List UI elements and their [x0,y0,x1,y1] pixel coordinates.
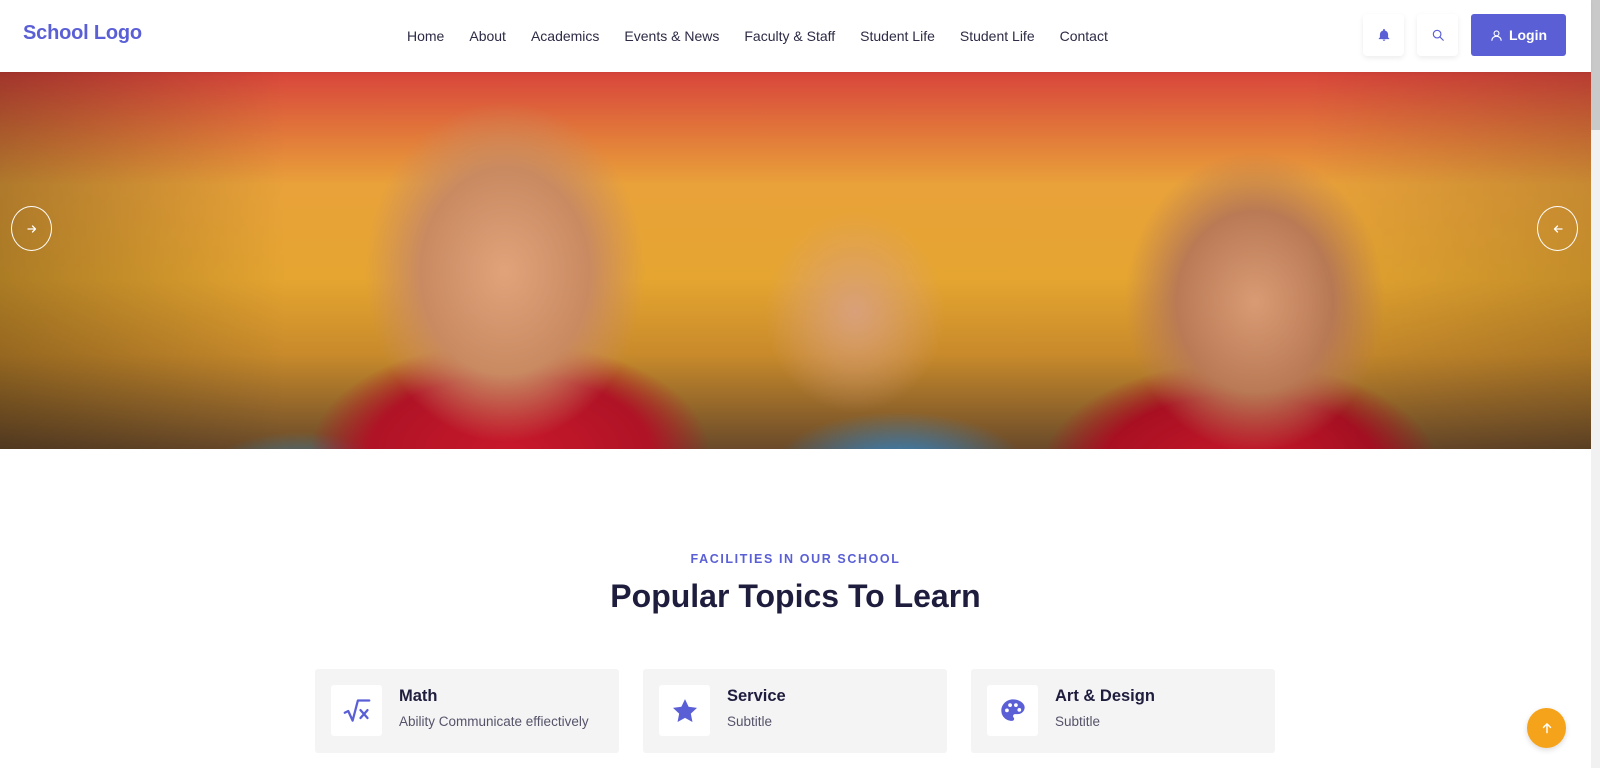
scroll-to-top-button[interactable] [1527,708,1566,748]
topic-card-math[interactable]: Math Ability Communicate effiectively [315,669,619,753]
section-eyebrow: FACILITIES IN OUR SCHOOL [690,552,901,566]
card-subtitle: Subtitle [1055,714,1101,729]
card-title: Service [727,687,786,705]
card-icon-box [659,685,710,736]
slider-prev-button[interactable] [11,206,52,251]
card-subtitle: Subtitle [727,714,773,729]
bell-icon [1378,28,1389,41]
search-button[interactable] [1417,14,1458,56]
arrow-left-icon [1553,224,1563,233]
nav-item-about[interactable]: About [469,28,506,44]
slider-next-button[interactable] [1537,206,1578,251]
star-icon [672,698,697,722]
square-root-icon [343,698,370,722]
arrow-up-icon [1542,723,1551,734]
nav-item-academics[interactable]: Academics [531,28,599,44]
nav-item-home[interactable]: Home [407,28,444,44]
nav-item-events-news[interactable]: Events & News [624,28,719,44]
nav-item-student-life-2[interactable]: Student Life [960,28,1035,44]
nav-item-contact[interactable]: Contact [1060,28,1108,44]
card-title: Art & Design [1055,687,1155,705]
login-button[interactable]: Login [1471,14,1566,56]
site-header: School Logo Home About Academics Events … [0,0,1591,72]
arrow-right-icon [26,224,36,233]
login-label: Login [1508,27,1548,43]
hero-image [0,72,1591,449]
school-logo[interactable]: School Logo [23,22,142,45]
palette-icon [1000,698,1025,721]
notifications-button[interactable] [1363,14,1404,56]
card-subtitle: Ability Communicate effiectively [399,714,589,729]
card-icon-box [331,685,382,736]
nav-item-student-life[interactable]: Student Life [860,28,935,44]
card-title: Math [399,687,438,705]
topic-card-art-design[interactable]: Art & Design Subtitle [971,669,1275,753]
user-icon [1491,29,1502,41]
hero-slider [0,72,1591,449]
card-icon-box [987,685,1038,736]
nav-item-faculty-staff[interactable]: Faculty & Staff [744,28,835,44]
topic-card-service[interactable]: Service Subtitle [643,669,947,753]
page-scrollbar[interactable] [1591,0,1600,768]
scrollbar-thumb[interactable] [1591,0,1600,130]
section-title: Popular Topics To Learn [610,578,981,614]
search-icon [1432,29,1444,41]
main-nav: Home About Academics Events & News Facul… [407,0,1133,72]
